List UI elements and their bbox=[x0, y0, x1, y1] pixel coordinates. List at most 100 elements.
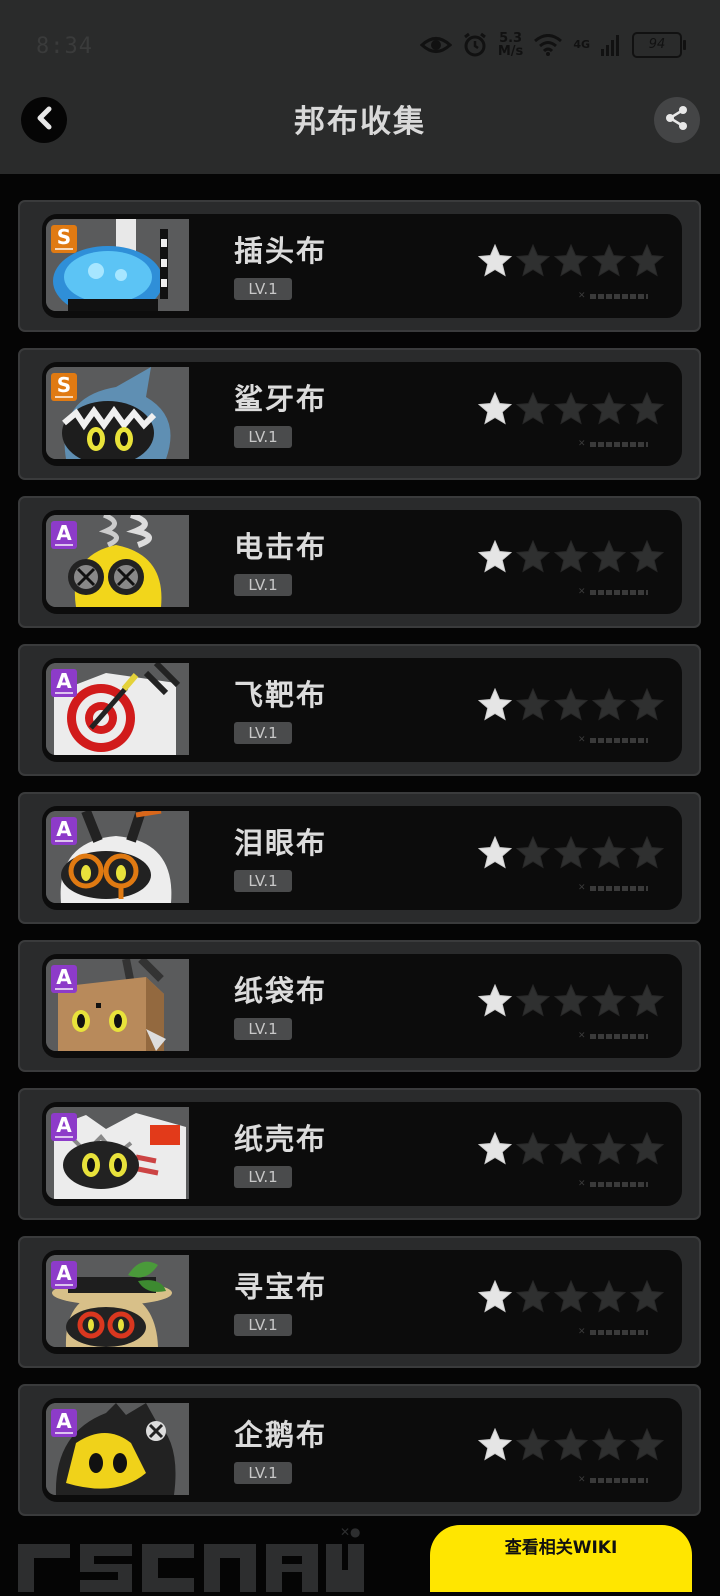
decorative-code: ✕ bbox=[578, 736, 648, 745]
star-empty-icon bbox=[516, 1132, 550, 1165]
star-empty-icon bbox=[516, 540, 550, 573]
star-rating bbox=[478, 1280, 664, 1313]
star-empty-icon bbox=[516, 836, 550, 869]
level-badge: LV.1 bbox=[234, 1314, 292, 1336]
bangboo-card[interactable]: A 寻宝布 LV.1 ✕ bbox=[18, 1236, 701, 1368]
electro-bangboo-portrait: A bbox=[46, 515, 189, 607]
star-empty-icon bbox=[630, 244, 664, 277]
star-empty-icon bbox=[630, 1132, 664, 1165]
star-rating bbox=[478, 984, 664, 1017]
decorative-code: ✕ bbox=[578, 884, 648, 893]
star-empty-icon bbox=[630, 1428, 664, 1461]
star-empty-icon bbox=[630, 540, 664, 573]
grade-badge: A bbox=[51, 1261, 77, 1289]
bangboo-card[interactable]: S 插头布 LV.1 ✕ bbox=[18, 200, 701, 332]
bangboo-name: 电击布 bbox=[234, 530, 328, 564]
page-title: 邦布收集 bbox=[294, 104, 426, 140]
star-rating bbox=[478, 1428, 664, 1461]
star-empty-icon bbox=[630, 836, 664, 869]
star-empty-icon bbox=[516, 984, 550, 1017]
star-empty-icon bbox=[592, 244, 626, 277]
level-badge: LV.1 bbox=[234, 1166, 292, 1188]
svg-text:✕●: ✕● bbox=[340, 1525, 361, 1539]
battery-indicator: 94 bbox=[632, 32, 686, 58]
bangboo-name: 鲨牙布 bbox=[234, 382, 328, 416]
star-filled-icon bbox=[478, 1280, 512, 1313]
view-wiki-button[interactable]: 查看相关WIKI bbox=[430, 1525, 692, 1592]
star-empty-icon bbox=[554, 1132, 588, 1165]
bangboo-card[interactable]: A 电击布 LV.1 ✕ bbox=[18, 496, 701, 628]
penguin-bangboo-portrait: A bbox=[46, 1403, 189, 1495]
share-button[interactable] bbox=[654, 97, 700, 143]
grade-badge: S bbox=[51, 225, 77, 253]
star-empty-icon bbox=[554, 540, 588, 573]
star-empty-icon bbox=[554, 1280, 588, 1313]
star-filled-icon bbox=[478, 836, 512, 869]
bangboo-name: 企鹅布 bbox=[234, 1418, 328, 1452]
plug-bangboo-portrait: S bbox=[46, 219, 189, 311]
status-icons: 5.3 M/s 4G 94 bbox=[419, 28, 686, 62]
bangboo-card-inner: S 鲨牙布 LV.1 ✕ bbox=[42, 362, 682, 466]
star-empty-icon bbox=[516, 1428, 550, 1461]
bangboo-card-inner: A 泪眼布 LV.1 ✕ bbox=[42, 806, 682, 910]
star-empty-icon bbox=[630, 392, 664, 425]
share-icon bbox=[664, 105, 690, 135]
star-empty-icon bbox=[554, 984, 588, 1017]
star-rating bbox=[478, 836, 664, 869]
bangboo-card-inner: A 飞靶布 LV.1 ✕ bbox=[42, 658, 682, 762]
network-speed: 5.3 M/s bbox=[497, 31, 524, 59]
bangboo-card[interactable]: A 泪眼布 LV.1 ✕ bbox=[18, 792, 701, 924]
star-empty-icon bbox=[592, 540, 626, 573]
star-filled-icon bbox=[478, 244, 512, 277]
bangboo-card-inner: A 寻宝布 LV.1 ✕ bbox=[42, 1250, 682, 1354]
star-filled-icon bbox=[478, 1132, 512, 1165]
status-time: 8:34 bbox=[36, 34, 93, 59]
bangboo-name: 纸壳布 bbox=[234, 1122, 328, 1156]
star-filled-icon bbox=[478, 984, 512, 1017]
star-empty-icon bbox=[516, 688, 550, 721]
level-badge: LV.1 bbox=[234, 278, 292, 300]
decorative-code: ✕ bbox=[578, 588, 648, 597]
star-empty-icon bbox=[516, 244, 550, 277]
star-empty-icon bbox=[554, 392, 588, 425]
brand-watermark: ✕● bbox=[18, 1522, 368, 1596]
grade-badge: A bbox=[51, 1113, 77, 1141]
bangboo-card[interactable]: A 纸壳布 LV.1 ✕ bbox=[18, 1088, 701, 1220]
status-bar: 8:34 5.3 M/s 4G 94 bbox=[0, 0, 720, 92]
star-rating bbox=[478, 244, 664, 277]
bangboo-card[interactable]: S 鲨牙布 LV.1 ✕ bbox=[18, 348, 701, 480]
bangboo-card-inner: S 插头布 LV.1 ✕ bbox=[42, 214, 682, 318]
bangboo-name: 泪眼布 bbox=[234, 826, 328, 860]
star-empty-icon bbox=[630, 984, 664, 1017]
bangboo-card[interactable]: A 纸袋布 LV.1 ✕ bbox=[18, 940, 701, 1072]
bangboo-card[interactable]: A 企鹅布 LV.1 ✕ bbox=[18, 1384, 701, 1516]
decorative-code: ✕ bbox=[578, 1032, 648, 1041]
level-badge: LV.1 bbox=[234, 722, 292, 744]
bangboo-list: S 插头布 LV.1 ✕ S 鲨牙布 LV.1 ✕ A 电击布 LV.1 ✕ A… bbox=[18, 200, 703, 1532]
decorative-code: ✕ bbox=[578, 292, 648, 301]
star-filled-icon bbox=[478, 540, 512, 573]
star-empty-icon bbox=[516, 1280, 550, 1313]
star-empty-icon bbox=[554, 244, 588, 277]
grade-badge: S bbox=[51, 373, 77, 401]
star-filled-icon bbox=[478, 688, 512, 721]
star-empty-icon bbox=[516, 392, 550, 425]
star-empty-icon bbox=[554, 836, 588, 869]
star-rating bbox=[478, 688, 664, 721]
bangboo-name: 寻宝布 bbox=[234, 1270, 328, 1304]
decorative-code: ✕ bbox=[578, 1328, 648, 1337]
star-rating bbox=[478, 1132, 664, 1165]
grade-badge: A bbox=[51, 965, 77, 993]
decorative-code: ✕ bbox=[578, 1180, 648, 1189]
star-empty-icon bbox=[630, 1280, 664, 1313]
bangboo-card[interactable]: A 飞靶布 LV.1 ✕ bbox=[18, 644, 701, 776]
level-badge: LV.1 bbox=[234, 426, 292, 448]
star-empty-icon bbox=[592, 688, 626, 721]
star-empty-icon bbox=[592, 984, 626, 1017]
star-empty-icon bbox=[592, 1132, 626, 1165]
level-badge: LV.1 bbox=[234, 574, 292, 596]
grade-badge: A bbox=[51, 521, 77, 549]
signal-icon bbox=[600, 33, 622, 57]
star-empty-icon bbox=[554, 688, 588, 721]
grade-badge: A bbox=[51, 1409, 77, 1437]
